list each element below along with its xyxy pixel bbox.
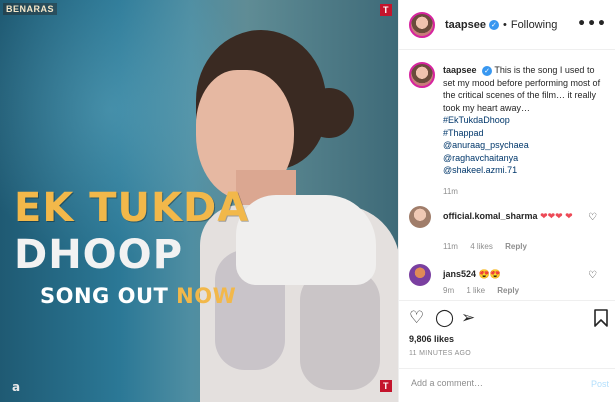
comment-meta: 11m 4 likes Reply [443,242,537,251]
comment-text-block: official.komal_sharma ❤❤❤ ❤ [443,210,593,223]
song-out-now: NOW [176,284,237,308]
comment-text: 😍😍 [478,269,501,279]
comment-icon[interactable]: ◯ [435,309,454,327]
verified-icon: ✓ [488,19,499,30]
comments-section[interactable]: taapsee ✓ This is the song I used to set… [399,50,615,300]
comment-time: 11m [443,242,458,251]
heart-icon[interactable]: ♡ [588,212,597,223]
mention-link[interactable]: @raghavchaitanya [443,152,603,165]
comment-likes[interactable]: 1 like [466,286,485,295]
hashtag-link[interactable]: #EkTukdaDhoop [443,114,603,127]
instagram-post: BENARAS T EK TUKDA DHOOP SONG OUT NOW a … [0,0,615,402]
more-icon[interactable]: ••• [577,16,607,32]
heart-icon[interactable]: ♡ [588,270,597,281]
song-title-line2: DHOOP [14,232,184,278]
following-button[interactable]: Following [511,19,557,31]
share-icon[interactable]: ➢ [461,309,475,327]
post-button[interactable]: Post [591,379,609,389]
comment-text: ❤❤❤ ❤ [540,211,573,221]
avatar[interactable] [409,62,435,88]
tseries-logo: T [380,4,392,16]
hashtag-link[interactable]: #Thappad [443,127,603,140]
avatar[interactable] [409,264,431,286]
comment-time: 9m [443,286,455,295]
comment-username[interactable]: official.komal_sharma [443,211,538,221]
avatar[interactable] [409,206,431,228]
post-header: taapsee ✓ • Following ••• [399,0,615,50]
caption-time: 11m [443,186,458,196]
comment-meta: 9m 1 like Reply [443,286,529,295]
header-username[interactable]: taapsee [445,19,486,31]
comment-likes[interactable]: 4 likes [470,242,493,251]
reply-button[interactable]: Reply [497,286,519,295]
song-out-text: SONG OUT NOW [40,284,236,308]
benaras-logo: BENARAS [3,3,58,15]
verified-icon: ✓ [482,65,493,76]
post-image[interactable]: BENARAS T EK TUKDA DHOOP SONG OUT NOW a … [0,0,398,402]
likes-count[interactable]: 9,806 likes [409,334,454,344]
action-bar: ♡ ◯ ➢ 9,806 likes 11 MINUTES AGO [399,300,615,371]
caption-text-block: taapsee ✓ This is the song I used to set… [443,64,603,197]
post-sidebar: taapsee ✓ • Following ••• taapsee ✓ This… [398,0,615,402]
comment-username[interactable]: jans524 [443,269,476,279]
outfit-print [300,270,380,390]
add-comment-bar: Post [399,368,615,402]
avatar[interactable] [409,11,435,38]
woman-scarf [236,195,376,285]
comment-input[interactable] [409,377,573,389]
song-out-label: SONG OUT [40,284,169,308]
mention-link[interactable]: @shakeel.azmi.71 [443,164,603,177]
production-logo: a [11,380,21,394]
tseries-logo-bottom: T [380,380,392,392]
post-time: 11 MINUTES AGO [409,350,472,357]
comment-text-block: jans524 😍😍 [443,268,593,281]
bookmark-icon[interactable] [594,309,608,327]
mention-link[interactable]: @anuraag_psychaea [443,139,603,152]
woman-hair-bun [304,88,354,138]
heart-icon[interactable]: ♡ [409,309,424,327]
reply-button[interactable]: Reply [505,242,527,251]
separator-dot: • [502,18,507,31]
song-title-line1: EK TUKDA [14,185,250,231]
caption-username[interactable]: taapsee [443,65,477,75]
